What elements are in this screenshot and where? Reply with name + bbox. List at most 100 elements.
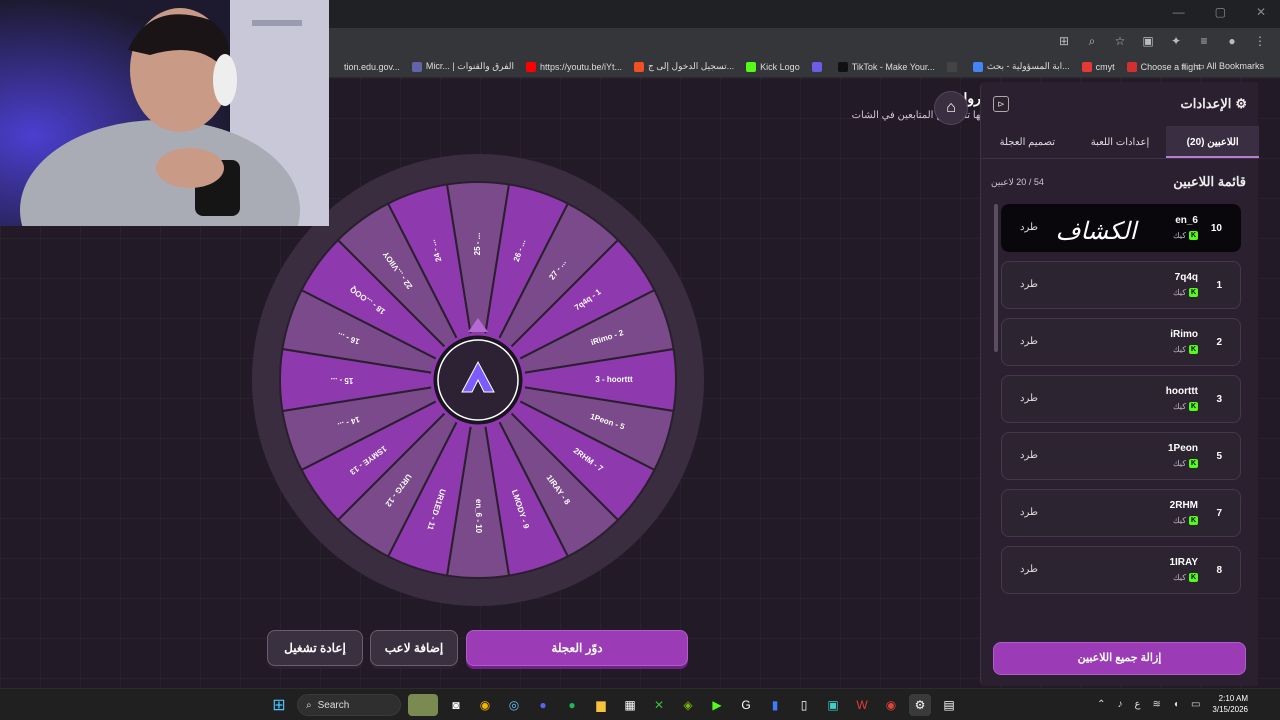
wheel-segment-label: 25 - ...	[473, 233, 482, 256]
player-list-scrollbar[interactable]	[994, 204, 998, 352]
zoom-icon[interactable]: ⌕	[1084, 34, 1100, 49]
wifi-icon[interactable]: ≋	[1153, 699, 1161, 710]
bookmark-item[interactable]	[946, 61, 961, 72]
platform-label: كيك	[1173, 516, 1186, 525]
kick-player-button[interactable]: طرد	[1020, 279, 1038, 290]
battery-icon[interactable]: ▭	[1191, 699, 1200, 710]
webcam-overlay	[0, 0, 329, 226]
menu-icon[interactable]: ⋮	[1252, 34, 1268, 49]
bookmark-item[interactable]: Micr... | الفرق والقنوات	[411, 61, 514, 72]
bookmark-item[interactable]: cmyt	[1081, 61, 1115, 72]
app-teal-icon[interactable]: ▣	[822, 694, 844, 716]
bookmark-item[interactable]	[811, 61, 826, 72]
bookmark-item[interactable]: تسجيل الدخول إلى ج...	[634, 61, 734, 72]
extensions-icon[interactable]: ✦	[1168, 34, 1184, 49]
spin-wheel-button[interactable]: دوّر العجلة	[466, 630, 688, 666]
player-platform: K كيك	[1173, 402, 1198, 411]
clock-time: 2:10 AM	[1218, 694, 1248, 703]
volume-icon[interactable]: ◖	[1173, 699, 1179, 710]
store-icon[interactable]: ▦	[619, 694, 641, 716]
add-player-button[interactable]: إضافة لاعب	[370, 630, 458, 666]
windows-start-icon[interactable]: ⊞	[268, 694, 290, 716]
chrome-icon[interactable]: ◉	[474, 694, 496, 716]
player-row: 5 1Peon K كيك طرد	[1001, 432, 1241, 480]
restart-button[interactable]: إعادة تشغيل	[267, 630, 363, 666]
svg-text:الكشاف: الكشاف	[1056, 217, 1139, 245]
player-list-header: 54 / 20 لاعبين قائمة اللاعبين	[991, 174, 1246, 190]
reading-list-icon[interactable]: ≡	[1196, 34, 1212, 49]
taskbar-search[interactable]: ⌕ Search	[297, 694, 401, 716]
platform-label: كيك	[1173, 231, 1186, 240]
kick-icon: K	[1189, 345, 1198, 354]
xbox-icon[interactable]: ✕	[648, 694, 670, 716]
page-header: الروليت خلها تقب بين المتابعين في الشات	[852, 90, 990, 121]
player-platform: K كيك	[1173, 516, 1198, 525]
bookmark-favicon-icon	[525, 61, 536, 72]
kick-player-button[interactable]: طرد	[1020, 564, 1038, 575]
search-icon: ⌕	[306, 699, 312, 711]
player-list: 10 en_6 K كيك طرد الكشاف 1 7q4q K كيك طرد 2 iRimo K كي…	[1001, 204, 1241, 626]
platform-label: كيك	[1173, 345, 1186, 354]
kick-player-button[interactable]: طرد	[1020, 222, 1038, 233]
player-name: 1Peon	[1167, 443, 1198, 454]
chevron-up-icon[interactable]: ⌃	[1097, 699, 1105, 710]
all-bookmarks-link[interactable]: ▭ All Bookmarks	[1196, 61, 1264, 72]
kick-player-button[interactable]: طرد	[1020, 450, 1038, 461]
settings-title-label: الإعدادات	[1180, 96, 1232, 111]
steam-icon[interactable]: ◎	[503, 694, 525, 716]
kick-player-button[interactable]: طرد	[1020, 393, 1038, 404]
sidebar-collapse-icon: ⊳	[997, 99, 1005, 109]
player-name: 2RHM	[1169, 500, 1198, 511]
media-player-icon[interactable]: ▶	[706, 694, 728, 716]
bookmark-label: tion.edu.gov...	[344, 61, 400, 72]
kick-player-button[interactable]: طرد	[1020, 336, 1038, 347]
media-icon[interactable]: ▣	[1140, 34, 1156, 49]
file-explorer-icon[interactable]: ▆	[590, 694, 612, 716]
close-icon[interactable]: ✕	[1256, 5, 1266, 19]
player-row: 7 2RHM K كيك طرد	[1001, 489, 1241, 537]
discord-icon[interactable]: ●	[532, 694, 554, 716]
bookmark-item[interactable]: tion.edu.gov...	[330, 61, 400, 72]
player-rank: 10	[1210, 223, 1222, 234]
tab-wheel-design[interactable]: تصميم العجلة	[981, 126, 1074, 158]
collapse-panel-button[interactable]: ⊳	[993, 96, 1009, 112]
app-red-icon[interactable]: W	[851, 694, 873, 716]
app-g-icon[interactable]: G	[735, 694, 757, 716]
mic-icon[interactable]: ♪	[1118, 699, 1123, 710]
app-blue-icon[interactable]: ▮	[764, 694, 786, 716]
remove-all-players-button[interactable]: إزالة جميع اللاعبين	[993, 642, 1246, 675]
wheel-segment-label: 15 - ...	[331, 376, 354, 385]
kick-player-button[interactable]: طرد	[1020, 507, 1038, 518]
tab-players[interactable]: اللاعبين (20)	[1166, 126, 1259, 158]
bookmark-item[interactable]: https://youtu.be/iYt...	[525, 61, 622, 72]
language-indicator[interactable]: ع	[1135, 699, 1141, 710]
maximize-icon[interactable]: ▢	[1215, 5, 1226, 19]
app-window-icon[interactable]: ▤	[938, 694, 960, 716]
chrome-alt-icon[interactable]: ◉	[880, 694, 902, 716]
platform-label: كيك	[1173, 288, 1186, 297]
player-name: 1IRAY	[1169, 557, 1198, 568]
minimize-icon[interactable]: —	[1173, 5, 1185, 19]
spotify-icon[interactable]: ●	[561, 694, 583, 716]
camera-icon[interactable]: ◙	[445, 694, 467, 716]
recycle-icon[interactable]: ▯	[793, 694, 815, 716]
more-bookmarks-icon[interactable]: »	[1181, 61, 1186, 72]
player-name: iRimo	[1170, 329, 1198, 340]
bookmark-item[interactable]: ابة المسؤولية - بحث...	[972, 61, 1070, 72]
translate-icon[interactable]: ⊞	[1056, 34, 1072, 49]
bookmark-favicon-icon	[946, 61, 957, 72]
widget-icon[interactable]	[408, 694, 438, 716]
player-platform: K كيك	[1173, 231, 1198, 240]
home-button[interactable]: ⌂	[934, 91, 968, 125]
settings-tabs: اللاعبين (20) إعدادات اللعبة تصميم العجل…	[981, 126, 1259, 159]
clock[interactable]: 2:10 AM 3/15/2026	[1212, 693, 1248, 715]
kick-icon: K	[1189, 288, 1198, 297]
profile-avatar[interactable]: ●	[1224, 34, 1240, 49]
bookmark-item[interactable]: TikTok - Make Your...	[837, 61, 935, 72]
toolbar-icons: ⊞ ⌕ ☆ ▣ ✦ ≡ ● ⋮	[1056, 34, 1268, 49]
settings-icon[interactable]: ⚙	[909, 694, 931, 716]
bookmark-item[interactable]: Kick Logo	[746, 61, 800, 72]
tab-game-settings[interactable]: إعدادات اللعبة	[1074, 126, 1167, 158]
nvidia-icon[interactable]: ◈	[677, 694, 699, 716]
star-icon[interactable]: ☆	[1112, 34, 1128, 49]
